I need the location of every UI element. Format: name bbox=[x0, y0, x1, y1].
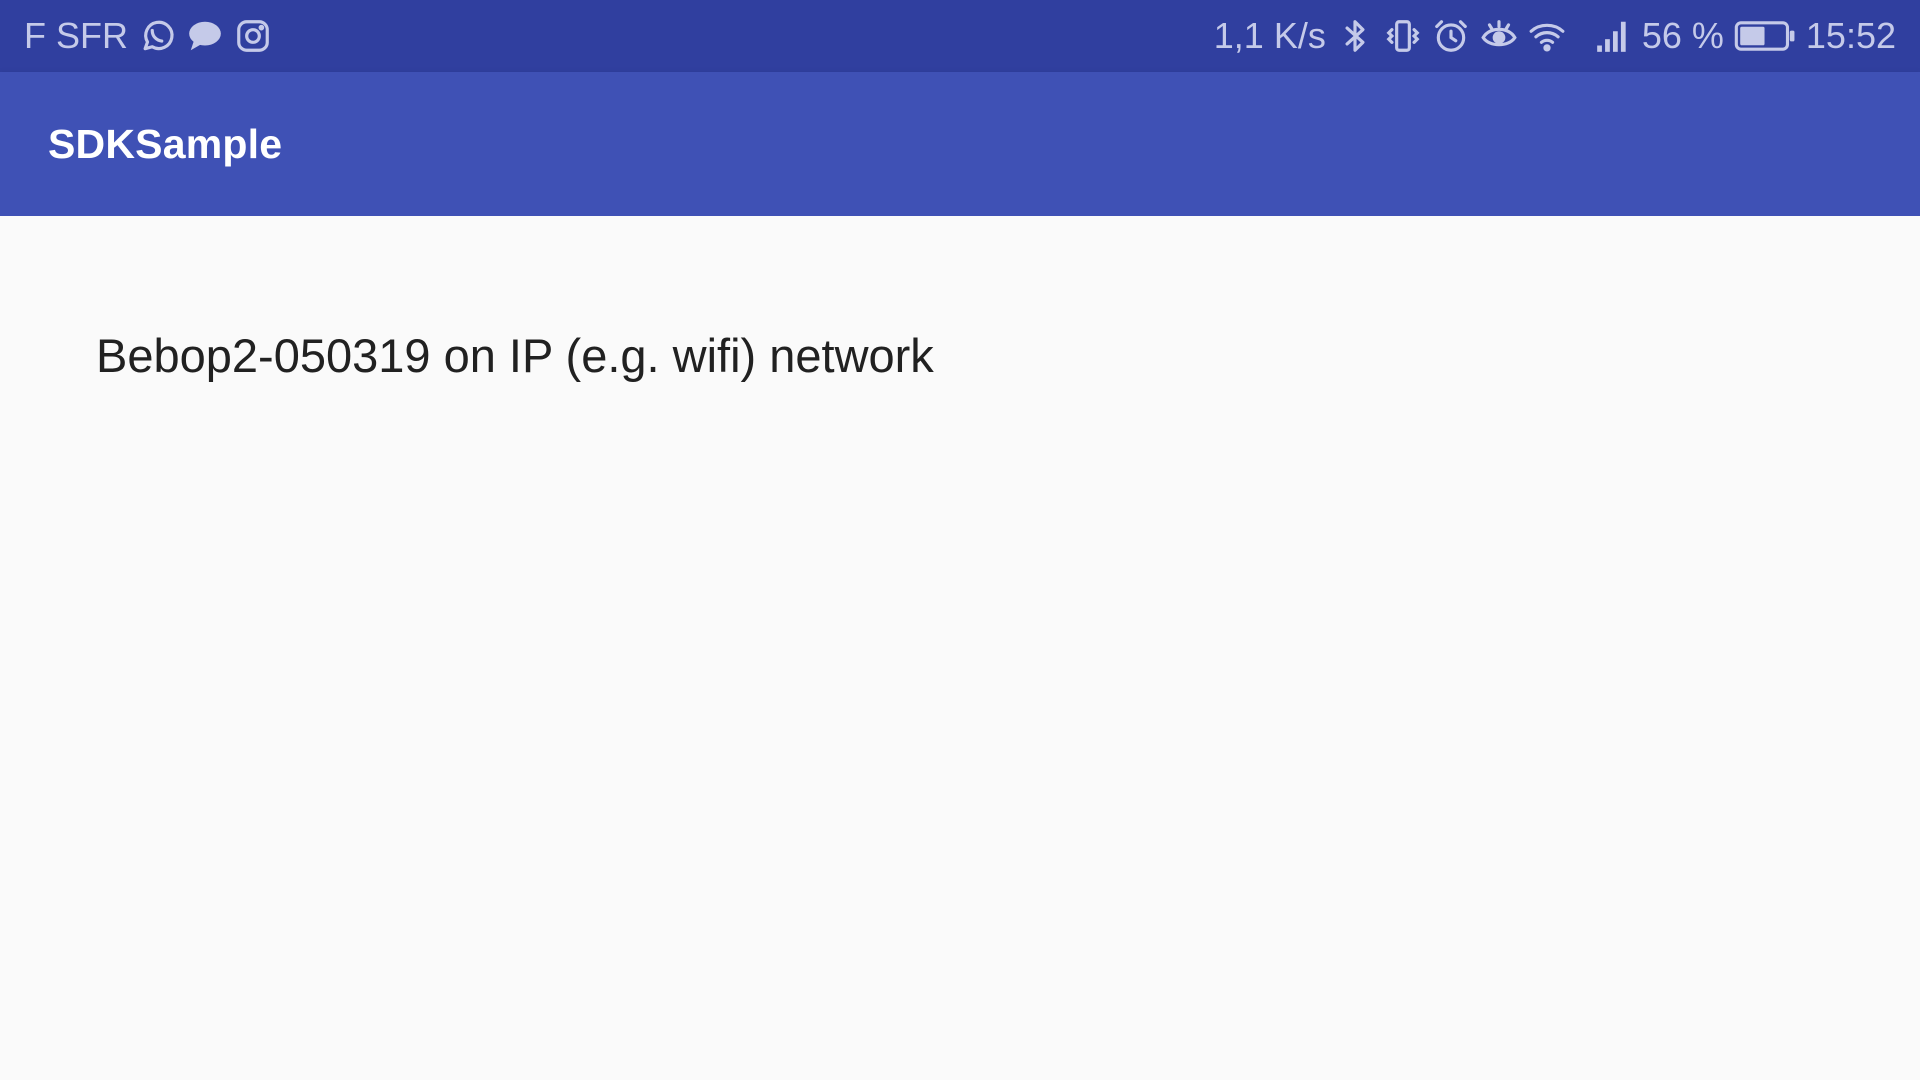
cell-signal-icon bbox=[1594, 17, 1632, 55]
app-title: SDKSample bbox=[48, 120, 283, 167]
whatsapp-icon bbox=[138, 17, 176, 55]
battery-icon bbox=[1734, 17, 1796, 55]
status-bar-right: 1,1 K/s 56 % 15:52 bbox=[1214, 0, 1896, 72]
device-name-label: Bebop2-050319 on IP (e.g. wifi) network bbox=[96, 328, 934, 382]
message-bubble-icon bbox=[186, 17, 224, 55]
status-bar: F SFR 1,1 K/s 56 % 15:52 bbox=[0, 0, 1920, 72]
alarm-icon bbox=[1432, 17, 1470, 55]
device-list: Bebop2-050319 on IP (e.g. wifi) network bbox=[0, 216, 1920, 1080]
eye-comfort-icon bbox=[1480, 17, 1518, 55]
carrier-label: F SFR bbox=[24, 15, 128, 56]
app-bar: SDKSample bbox=[0, 72, 1920, 216]
clock: 15:52 bbox=[1805, 15, 1896, 56]
device-list-item[interactable]: Bebop2-050319 on IP (e.g. wifi) network bbox=[0, 300, 1920, 410]
network-speed: 1,1 K/s bbox=[1213, 15, 1326, 56]
vibrate-icon bbox=[1384, 17, 1422, 55]
battery-percent: 56 % bbox=[1641, 15, 1724, 56]
instagram-icon bbox=[234, 17, 272, 55]
bluetooth-icon bbox=[1336, 17, 1374, 55]
wifi-icon bbox=[1528, 17, 1566, 55]
status-bar-left: F SFR bbox=[24, 0, 272, 72]
